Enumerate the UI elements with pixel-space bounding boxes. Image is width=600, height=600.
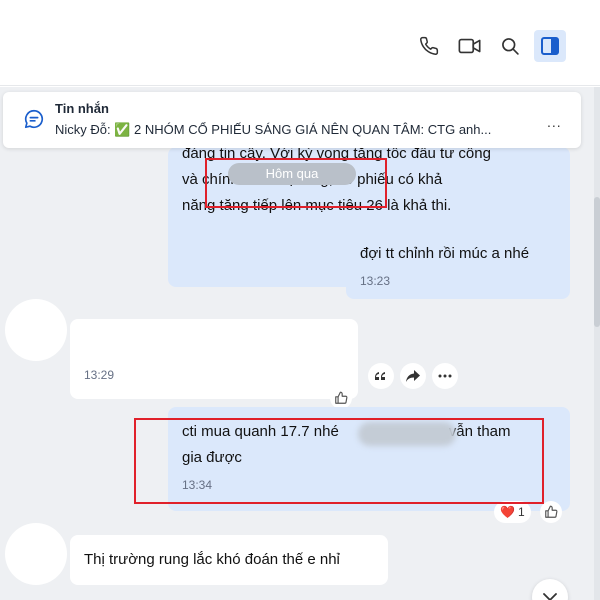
more-options-button[interactable]: ... [547, 114, 562, 130]
incoming-message[interactable]: Thị trường rung lắc khó đoán thế e nhỉ [70, 535, 388, 585]
scroll-thumb[interactable] [594, 197, 600, 327]
outgoing-message[interactable]: đợi tt chỉnh rồi múc a nhé 13:23 [346, 229, 570, 299]
quote-icon[interactable] [368, 363, 394, 389]
scrollbar[interactable] [594, 87, 600, 600]
pinned-text: Nicky Đỗ: ✅ 2 NHÓM CỔ PHIẾU SÁNG GIÁ NÊN… [55, 122, 492, 137]
forward-icon[interactable] [400, 363, 426, 389]
avatar[interactable] [5, 299, 67, 361]
reaction-count: 1 [517, 505, 525, 519]
pinned-title: Tin nhắn [55, 101, 109, 116]
pinned-message-banner[interactable]: Tin nhắn Nicky Đỗ: ✅ 2 NHÓM CỔ PHIẾU SÁN… [3, 92, 581, 148]
reaction-badge[interactable]: ❤️ 1 [494, 501, 531, 523]
message-actions [368, 363, 458, 391]
more-icon[interactable] [432, 363, 458, 389]
like-icon[interactable] [330, 387, 352, 409]
chat-header [0, 0, 600, 86]
message-time: 13:29 [84, 368, 115, 382]
search-icon[interactable] [494, 30, 526, 62]
avatar[interactable] [5, 523, 67, 585]
scroll-down-button[interactable] [532, 579, 568, 600]
video-icon[interactable] [454, 30, 486, 62]
highlight-box [205, 158, 387, 208]
heart-icon: ❤️ [500, 505, 515, 519]
like-icon[interactable] [540, 501, 562, 523]
message-bubble-icon [23, 108, 45, 130]
message-time: 13:23 [360, 274, 391, 288]
message-text: Thị trường rung lắc khó đoán thế e nhỉ [84, 551, 340, 568]
incoming-message[interactable]: 13:29 [70, 319, 358, 399]
message-text: đợi tt chỉnh rồi múc a nhé [360, 245, 530, 262]
phone-icon[interactable] [413, 30, 445, 62]
highlight-box [134, 418, 544, 504]
side-panel-icon[interactable] [534, 30, 566, 62]
